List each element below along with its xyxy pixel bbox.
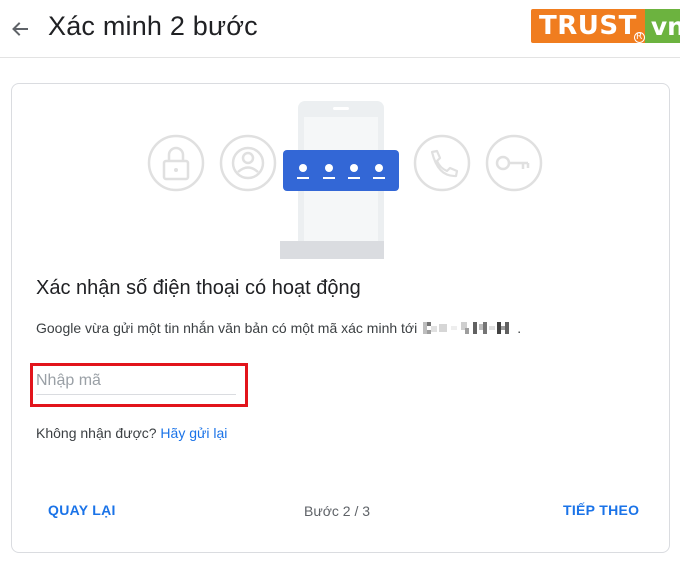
logo-vn-text: vn [644, 9, 680, 43]
back-button[interactable]: QUAY LẠI [48, 502, 116, 518]
sms-description: Google vừa gửi một tin nhắn văn bản có m… [36, 320, 521, 336]
verification-card: Xác nhận số điện thoại có hoạt động Goog… [11, 83, 670, 553]
description-text: Google vừa gửi một tin nhắn văn bản có m… [36, 320, 418, 336]
masked-phone-number [423, 322, 510, 334]
description-end: . [517, 320, 522, 336]
key-icon [485, 134, 543, 192]
step-indicator: Bước 2 / 3 [304, 503, 371, 519]
code-bubble [283, 150, 399, 191]
lock-icon [147, 134, 205, 192]
back-arrow-button[interactable] [6, 15, 34, 43]
phone-call-icon [413, 134, 471, 192]
resend-prompt: Không nhận được? [36, 425, 161, 441]
arrow-left-icon [12, 22, 28, 36]
top-bar: Xác minh 2 bước TRUST R vn [0, 0, 680, 58]
resend-row: Không nhận được? Hãy gửi lại [36, 425, 227, 441]
next-button[interactable]: TIẾP THEO [563, 502, 639, 518]
verification-illustration [147, 101, 543, 259]
registered-mark: R [633, 32, 645, 43]
page-title: Xác minh 2 bước [48, 11, 258, 41]
trust-vn-logo: TRUST R vn [531, 9, 680, 43]
verification-code-input[interactable] [36, 368, 236, 395]
resend-link[interactable]: Hãy gửi lại [160, 425, 227, 441]
account-icon [219, 134, 277, 192]
card-heading: Xác nhận số điện thoại có hoạt động [36, 277, 361, 299]
logo-trust-text: TRUST R [531, 9, 645, 43]
